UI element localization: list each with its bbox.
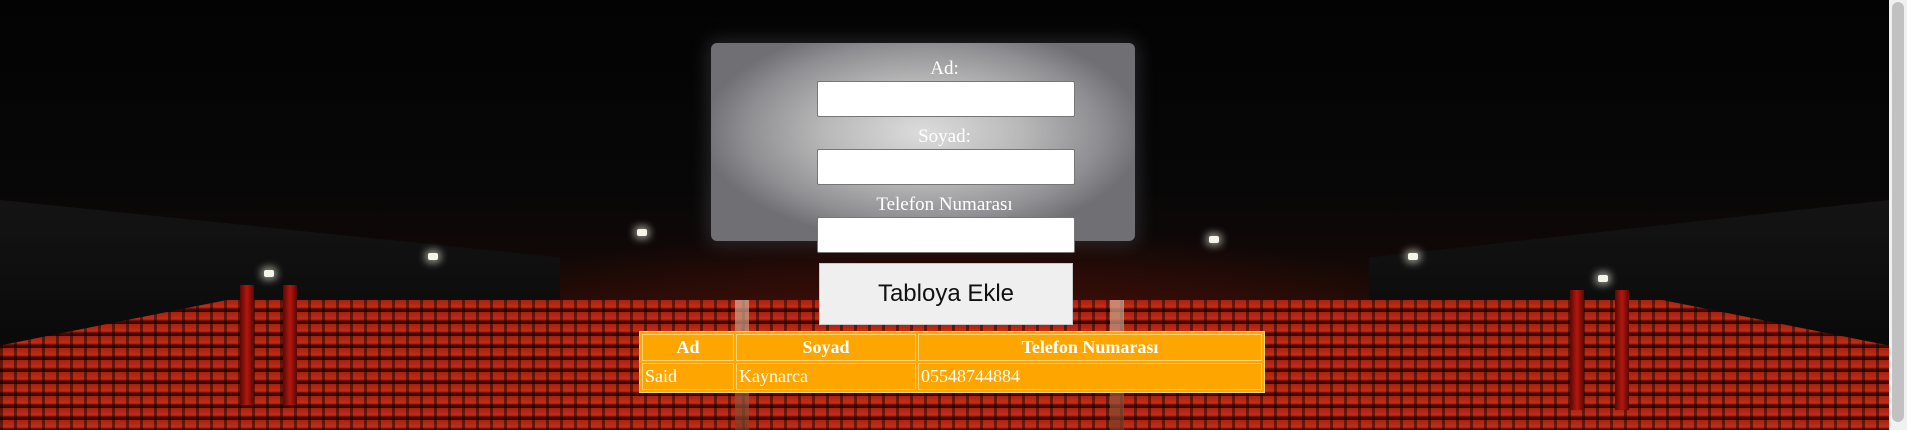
- phone-label: Telefon Numarası: [876, 194, 1013, 215]
- column-header-soyad: Soyad: [736, 334, 916, 361]
- vertical-scrollbar[interactable]: [1889, 0, 1907, 430]
- first-name-input[interactable]: [817, 81, 1075, 117]
- ceiling-lamp: [1408, 253, 1418, 260]
- table-row: Said Kaynarca 05548744884: [642, 363, 1262, 390]
- cell-last-name: Kaynarca: [736, 363, 916, 390]
- cell-phone: 05548744884: [918, 363, 1262, 390]
- last-name-label: Soyad:: [918, 126, 971, 147]
- ceiling-lamp: [1209, 236, 1219, 243]
- column-header-telefon: Telefon Numarası: [918, 334, 1262, 361]
- ceiling-lamp: [1598, 275, 1608, 282]
- ceiling-lamp: [637, 229, 647, 236]
- last-name-input[interactable]: [817, 149, 1075, 185]
- cell-first-name: Said: [642, 363, 734, 390]
- ceiling-lamp: [428, 253, 438, 260]
- ceiling-lamp: [264, 270, 274, 277]
- scrollbar-thumb[interactable]: [1892, 2, 1904, 422]
- curtain-right-1: [1570, 290, 1584, 410]
- curtain-right-2: [1615, 290, 1629, 410]
- add-to-table-button[interactable]: Tabloya Ekle: [819, 263, 1073, 325]
- phone-input[interactable]: [817, 217, 1075, 253]
- contacts-table: Ad Soyad Telefon Numarası Said Kaynarca …: [639, 331, 1265, 393]
- column-header-ad: Ad: [642, 334, 734, 361]
- curtain-left-1: [240, 285, 254, 405]
- first-name-label: Ad:: [930, 58, 959, 79]
- table-header-row: Ad Soyad Telefon Numarası: [642, 334, 1262, 361]
- curtain-left-2: [283, 285, 297, 405]
